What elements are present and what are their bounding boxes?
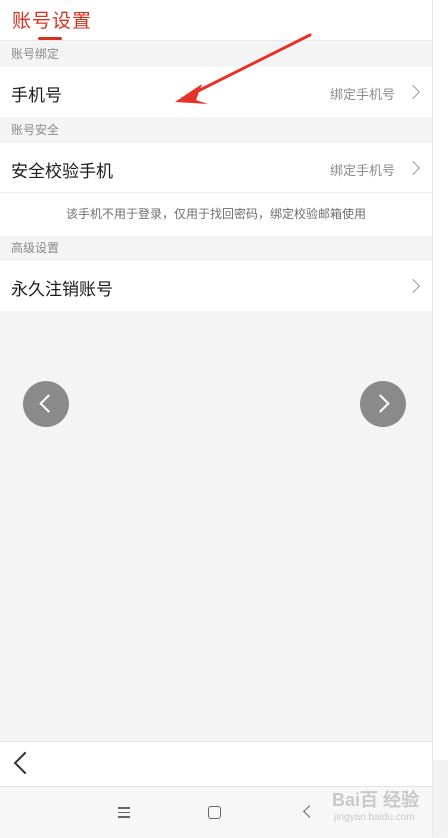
phone-row-label: 手机号 <box>11 86 62 106</box>
menu-icon[interactable] <box>118 807 130 818</box>
page-title: 账号设置 <box>12 10 93 32</box>
prev-image-button[interactable] <box>23 381 69 427</box>
watermark-subtext: jingyan.baidu.com <box>334 812 415 823</box>
title-underline <box>38 37 62 40</box>
chevron-right-icon <box>405 278 421 294</box>
right-edge-panel <box>432 0 448 837</box>
cancel-account-row-label: 永久注销账号 <box>11 280 113 300</box>
watermark-text: Bai百 经验 <box>332 790 420 810</box>
back-button[interactable] <box>13 751 37 775</box>
next-image-button[interactable] <box>360 381 406 427</box>
home-icon[interactable] <box>208 806 221 819</box>
phone-row-value: 绑定手机号 <box>329 88 395 103</box>
phone-row[interactable]: 手机号 绑定手机号 <box>0 67 432 117</box>
section-label-binding: 账号绑定 <box>11 47 60 61</box>
chevron-right-icon <box>405 84 421 100</box>
header: 账号设置 <box>0 0 432 41</box>
verify-phone-row-label: 安全校验手机 <box>11 162 113 182</box>
cancel-account-row[interactable]: 永久注销账号 <box>0 261 432 311</box>
chevron-left-icon <box>39 394 58 413</box>
section-label-advanced: 高级设置 <box>11 241 60 255</box>
page: 账号设置 账号绑定 手机号 绑定手机号 账号安全 安全校验手机 绑定手机号 该手… <box>0 0 432 838</box>
verify-phone-row-value: 绑定手机号 <box>329 164 395 179</box>
verify-phone-row[interactable]: 安全校验手机 绑定手机号 <box>0 143 432 192</box>
section-label-security: 账号安全 <box>11 123 60 137</box>
security-note: 该手机不用于登录，仅用于找回密码，绑定校验邮箱使用 <box>0 192 432 236</box>
chevron-right-icon <box>371 394 390 413</box>
chevron-right-icon <box>405 160 421 176</box>
system-back-icon[interactable] <box>303 805 316 818</box>
watermark: Bai百 经验 jingyan.baidu.com <box>332 780 432 830</box>
